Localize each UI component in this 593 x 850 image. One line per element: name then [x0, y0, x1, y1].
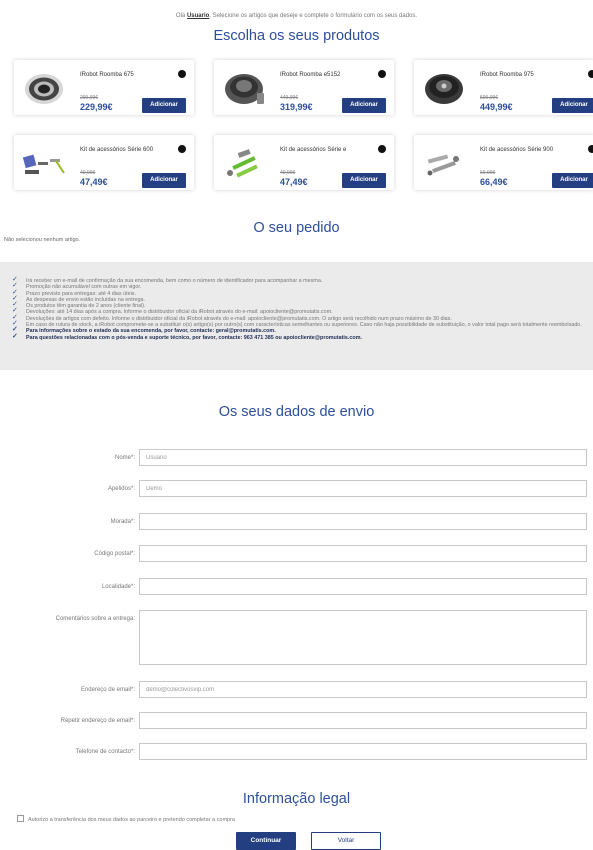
product-card: Kit de acessórios Série 900 69,99€ 66,49… — [414, 135, 593, 190]
info-icon[interactable] — [588, 70, 593, 78]
info-icon[interactable] — [588, 145, 593, 153]
surname-input[interactable] — [139, 480, 587, 497]
surname-label: Apelidos*: — [107, 486, 135, 492]
add-product-button[interactable]: Adicionar — [552, 173, 593, 188]
phone-label: Telefone de contacto*: — [75, 749, 135, 755]
product-card: IRobot Roomba e5152 449,99€ 319,99€ Adic… — [214, 60, 394, 115]
old-price: 449,99€ — [280, 95, 299, 101]
continue-button[interactable]: Continuar — [236, 832, 296, 850]
check-icon: ✓ — [12, 332, 18, 340]
product-price: 47,49€ — [280, 177, 308, 187]
info-box: ✓ Irá receber um e-mail de confirmação da… — [0, 262, 593, 370]
product-card: Kit de acessórios Série e 49,99€ 47,49€ … — [214, 135, 394, 190]
address-label: Morada*: — [110, 519, 135, 525]
old-price: 69,99€ — [480, 170, 496, 176]
add-product-button[interactable]: Adicionar — [142, 173, 186, 188]
address-input[interactable] — [139, 513, 587, 530]
consent-checkbox[interactable] — [17, 815, 24, 822]
old-price: 599,99€ — [480, 95, 499, 101]
add-product-button[interactable]: Adicionar — [142, 98, 186, 113]
product-name: Kit de acessórios Série 600 — [80, 147, 154, 153]
product-name: Kit de acessórios Série e — [280, 147, 347, 153]
roomba-975-image — [425, 74, 463, 104]
legal-title: Informação legal — [242, 791, 351, 807]
add-product-button[interactable]: Adicionar — [342, 98, 386, 113]
shipping-title: Os seus dados de envio — [218, 404, 375, 420]
postal-code-input[interactable] — [139, 545, 587, 562]
old-price: 299,99€ — [80, 95, 99, 101]
info-icon[interactable] — [378, 145, 386, 153]
info-item: ✓ Para questões relacionadas com o pós-ve… — [12, 332, 362, 341]
info-icon[interactable] — [178, 70, 186, 78]
delivery-comments-input[interactable] — [139, 610, 587, 665]
accessory-kit-900-image — [427, 154, 459, 176]
repeat-email-label: Repetir endereço de email*: — [60, 718, 135, 724]
city-input[interactable] — [139, 578, 587, 595]
product-card: IRobot Roomba 675 299,99€ 229,99€ Adicio… — [14, 60, 194, 115]
order-empty-text: Não selecionou nenhum artigo. — [4, 237, 81, 243]
consent-label: Autorizo a transferência dos meus dados … — [28, 817, 235, 823]
roomba-675-image — [25, 74, 63, 104]
product-name: IRobot Roomba 975 — [480, 72, 534, 78]
name-label: Nome*: — [114, 455, 135, 461]
add-product-button[interactable]: Adicionar — [552, 98, 593, 113]
user-name: Usuario — [186, 13, 210, 19]
product-price: 47,49€ — [80, 177, 108, 187]
legal-consent[interactable]: Autorizo a transferência dos meus dados … — [17, 815, 235, 823]
name-input[interactable] — [139, 449, 587, 466]
info-icon[interactable] — [378, 70, 386, 78]
old-price: 49,99€ — [280, 170, 296, 176]
back-button[interactable]: Voltar — [311, 832, 381, 850]
product-card: Kit de acessórios Série 600 49,99€ 47,49… — [14, 135, 194, 190]
roomba-e5-image — [225, 74, 264, 104]
product-price: 229,99€ — [80, 102, 113, 112]
info-icon[interactable] — [178, 145, 186, 153]
product-card: IRobot Roomba 975 599,99€ 449,99€ Adicio… — [414, 60, 593, 115]
product-price: 66,49€ — [480, 177, 508, 187]
old-price: 49,99€ — [80, 170, 96, 176]
phone-input[interactable] — [139, 743, 587, 760]
postal-code-label: Código postal*: — [94, 551, 135, 557]
email-input[interactable] — [139, 681, 587, 698]
add-product-button[interactable]: Adicionar — [342, 173, 386, 188]
greeting-text: Olá Usuario. Selecione os artigos que de… — [175, 13, 418, 19]
email-label: Endereço de email*: — [80, 687, 135, 693]
product-name: IRobot Roomba 675 — [80, 72, 134, 78]
delivery-comments-label: Comentários sobre a entrega: — [55, 616, 135, 622]
order-title: O seu pedido — [253, 220, 340, 236]
repeat-email-input[interactable] — [139, 712, 587, 729]
accessory-kit-e-image — [227, 149, 258, 178]
product-price: 449,99€ — [480, 102, 513, 112]
product-price: 319,99€ — [280, 102, 313, 112]
city-label: Localidade*: — [101, 584, 135, 590]
products-title: Escolha os seus produtos — [213, 28, 380, 44]
product-name: IRobot Roomba e5152 — [280, 72, 341, 78]
accessory-kit-600-image — [22, 154, 65, 174]
product-name: Kit de acessórios Série 900 — [480, 147, 554, 153]
